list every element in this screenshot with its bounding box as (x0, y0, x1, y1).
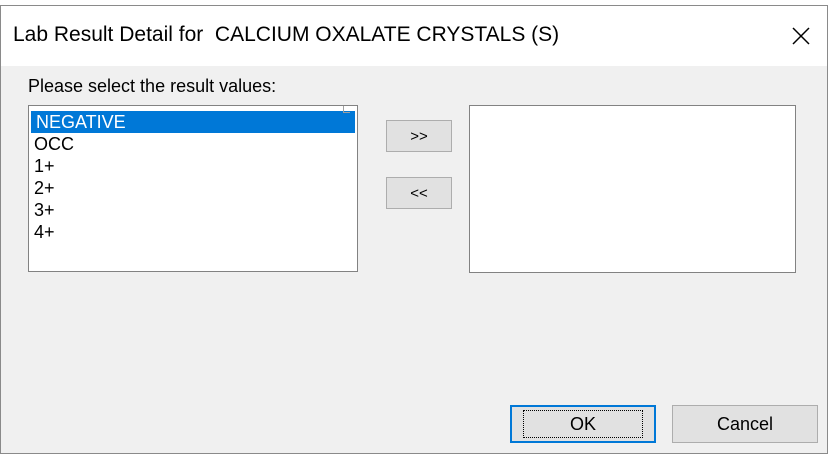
close-icon (792, 27, 810, 45)
available-value-item[interactable]: NEGATIVE (31, 111, 355, 133)
scroll-corner-mark (343, 106, 350, 113)
available-value-item[interactable]: 2+ (29, 177, 357, 199)
add-selected-button[interactable]: >> (386, 120, 452, 152)
ok-button-label: OK (522, 410, 643, 438)
close-button[interactable] (775, 6, 827, 66)
ok-button[interactable]: OK (510, 405, 656, 443)
available-values-listbox[interactable]: NEGATIVE OCC 1+ 2+ 3+ 4+ (28, 105, 358, 272)
dialog-titlebar: Lab Result Detail for CALCIUM OXALATE CR… (1, 6, 827, 66)
available-value-item[interactable]: 4+ (29, 221, 357, 243)
available-value-item[interactable]: 1+ (29, 155, 357, 177)
selected-values-listbox[interactable] (469, 105, 796, 273)
dialog-title: Lab Result Detail for CALCIUM OXALATE CR… (13, 23, 560, 46)
available-value-item[interactable]: 3+ (29, 199, 357, 221)
available-value-item[interactable]: OCC (29, 133, 357, 155)
remove-selected-button[interactable]: << (386, 177, 452, 209)
lab-result-detail-dialog: Lab Result Detail for CALCIUM OXALATE CR… (0, 5, 828, 454)
available-values-items: NEGATIVE OCC 1+ 2+ 3+ 4+ (29, 111, 357, 243)
cancel-button[interactable]: Cancel (672, 405, 818, 443)
select-prompt-label: Please select the result values: (28, 76, 277, 96)
